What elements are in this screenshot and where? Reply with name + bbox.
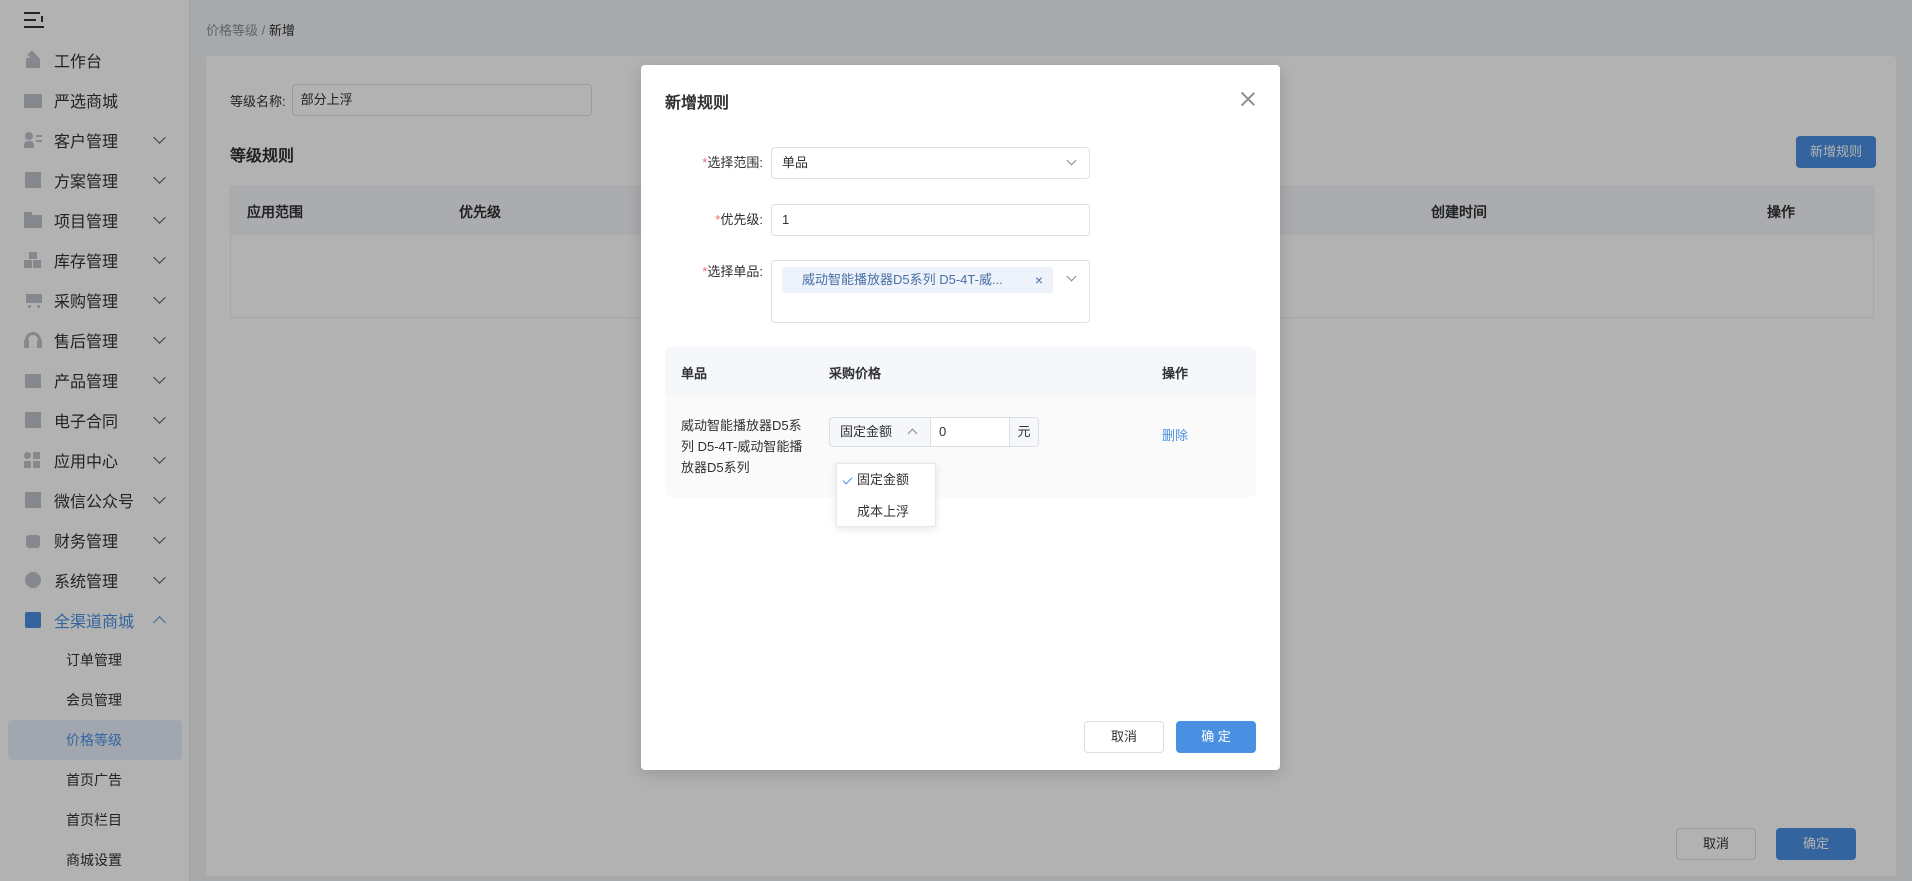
price-value-input[interactable]: 0 [930, 417, 1010, 447]
dialog-cancel-button[interactable]: 取消 [1084, 721, 1164, 753]
check-icon [842, 474, 853, 485]
item-price-table-header: 单品 采购价格 操作 [665, 347, 1256, 395]
chevron-up-icon [907, 428, 918, 439]
column-header-purchase-price: 采购价格 [829, 366, 882, 381]
item-field: *选择单品: 威动智能播放器D5系列 D5-4T-威... × [641, 260, 1090, 323]
option-fixed-amount[interactable]: 固定金额 [837, 464, 935, 496]
item-multiselect[interactable]: 威动智能播放器D5系列 D5-4T-威... × [771, 260, 1090, 323]
dialog-title: 新增规则 [665, 95, 730, 112]
priority-input[interactable]: 1 [771, 204, 1090, 236]
tag-close-icon[interactable]: × [1035, 267, 1043, 293]
chevron-down-icon [1066, 155, 1077, 166]
dialog-confirm-button[interactable]: 确 定 [1176, 721, 1256, 753]
scope-label: *选择范围: [702, 155, 763, 170]
price-type-dropdown: 固定金额 成本上浮 [836, 463, 936, 527]
priority-field: *优先级: 1 [641, 204, 1090, 236]
add-rule-dialog: 新增规则 *选择范围: 单品 *优先级: 1 *选择单品: 威动智能播放器D5系… [641, 65, 1280, 770]
price-type-select[interactable]: 固定金额 [829, 417, 931, 447]
scope-select-value: 单品 [782, 155, 809, 170]
item-name-cell: 威动智能播放器D5系列 D5-4T-威动智能播放器D5系列 [681, 418, 803, 475]
chevron-down-icon [1066, 271, 1077, 282]
selected-item-tag-label: 威动智能播放器D5系列 D5-4T-威... [802, 272, 1003, 287]
option-cost-markup[interactable]: 成本上浮 [837, 496, 935, 528]
column-header-actions: 操作 [1162, 366, 1189, 381]
scope-field: *选择范围: 单品 [641, 147, 1090, 179]
item-price-table: 单品 采购价格 操作 威动智能播放器D5系列 D5-4T-威动智能播放器D5系列… [665, 347, 1256, 497]
priority-label: *优先级: [715, 212, 763, 227]
item-label: *选择单品: [702, 264, 763, 279]
price-unit: 元 [1009, 417, 1039, 447]
price-type-value: 固定金额 [840, 424, 893, 439]
column-header-item: 单品 [681, 366, 708, 381]
close-icon[interactable] [1240, 91, 1256, 107]
scope-select[interactable]: 单品 [771, 147, 1090, 179]
selected-item-tag: 威动智能播放器D5系列 D5-4T-威... × [782, 267, 1053, 293]
delete-link[interactable]: 删除 [1162, 425, 1188, 444]
